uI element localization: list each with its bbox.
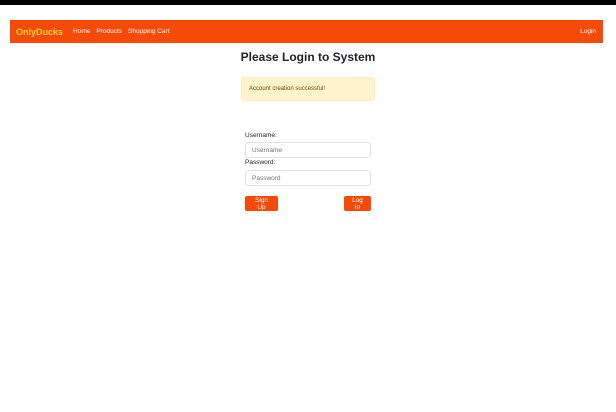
success-alert: Account creation successful!: [241, 77, 375, 101]
sign-up-button[interactable]: Sign Up: [245, 196, 278, 211]
nav-link-login[interactable]: Login: [580, 28, 596, 35]
password-input[interactable]: [245, 170, 371, 186]
username-label: Username:: [245, 132, 277, 139]
nav-link-shopping-cart[interactable]: Shopping Cart: [128, 28, 170, 35]
username-input[interactable]: [245, 142, 371, 158]
brand-logo-link[interactable]: OnlyDucks: [16, 27, 63, 37]
nav-link-products[interactable]: Products: [96, 28, 122, 35]
log-in-button[interactable]: Log In: [344, 196, 371, 211]
password-label: Password:: [245, 159, 276, 166]
nav-link-home[interactable]: Home: [73, 28, 90, 35]
navbar: OnlyDucks Home Products Shopping Cart Lo…: [10, 20, 603, 43]
page-title: Please Login to System: [240, 50, 376, 64]
top-black-bar: [0, 0, 616, 5]
